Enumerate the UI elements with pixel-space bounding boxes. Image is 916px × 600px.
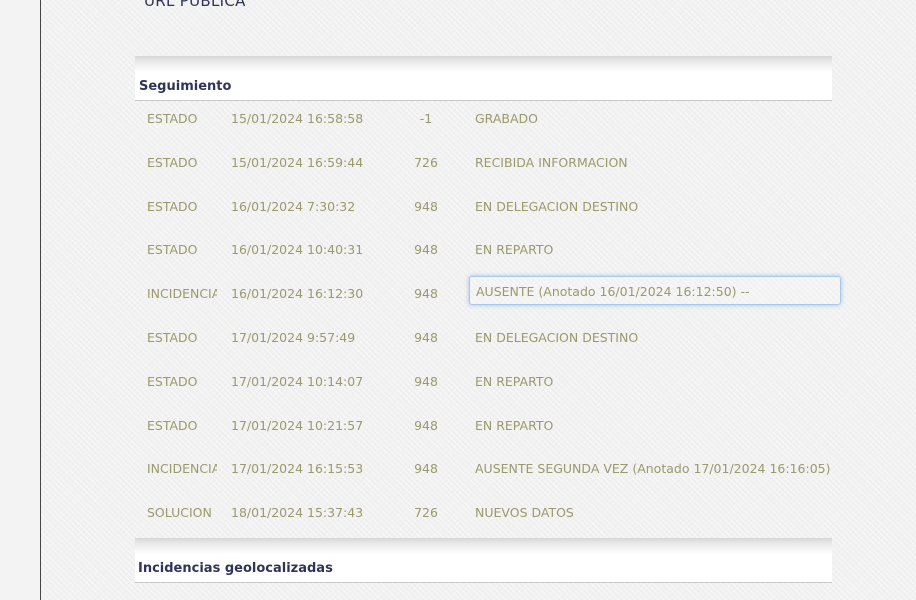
row-type: SOLUCION (147, 505, 212, 521)
row-type: ESTADO (147, 373, 198, 389)
row-description: EN REPARTO (475, 417, 554, 433)
row-description: RECIBIDA INFORMACION (475, 154, 628, 170)
row-code: -1 (419, 111, 433, 126)
url-publica-label: URL PUBLICA (144, 0, 246, 10)
row-date: 17/01/2024 16:15:53 (231, 461, 364, 477)
row-type: ESTADO (147, 111, 198, 126)
seguimiento-header: Seguimiento (135, 56, 832, 101)
row-type: INCIDENCIA (147, 461, 217, 477)
row-description: NUEVOS DATOS (475, 505, 574, 521)
row-type: INCIDENCIA (147, 286, 217, 302)
row-type: ESTADO (147, 198, 198, 214)
row-type: ESTADO (147, 417, 198, 433)
row-date: 17/01/2024 10:21:57 (231, 417, 364, 433)
geolocalizadas-title: Incidencias geolocalizadas (138, 561, 333, 576)
table-row: ESTADO 15/01/2024 16:59:44 726 RECIBIDA … (135, 145, 832, 189)
row-code: 726 (414, 154, 438, 170)
row-description: EN REPARTO (475, 242, 554, 258)
row-date: 16/01/2024 7:30:32 (231, 198, 356, 214)
seguimiento-table: ESTADO 15/01/2024 16:58:58 -1 GRABADO ES… (135, 101, 841, 539)
row-code: 948 (414, 198, 438, 214)
table-row: SOLUCION 18/01/2024 15:37:43 726 NUEVOS … (135, 495, 832, 539)
row-date: 15/01/2024 16:59:44 (231, 154, 364, 170)
row-type: ESTADO (147, 154, 198, 170)
row-description: EN DELEGACION DESTINO (475, 329, 639, 345)
row-description: AUSENTE SEGUNDA VEZ (Anotado 17/01/2024 … (475, 461, 832, 477)
row-date: 17/01/2024 10:14:07 (231, 373, 364, 389)
row-type: ESTADO (147, 242, 198, 258)
row-code: 726 (414, 505, 438, 521)
row-code: 948 (414, 286, 438, 302)
table-row: ESTADO 17/01/2024 10:14:07 948 EN REPART… (135, 364, 832, 408)
row-description: EN REPARTO (475, 373, 554, 389)
row-code: 948 (414, 461, 438, 477)
table-row: INCIDENCIA 16/01/2024 16:12:30 948 AUSEN… (135, 276, 841, 320)
row-description-focused[interactable]: AUSENTE (Anotado 16/01/2024 16:12:50) -- (469, 276, 841, 306)
table-row: ESTADO 17/01/2024 9:57:49 948 EN DELEGAC… (135, 320, 832, 364)
row-description: EN DELEGACION DESTINO (475, 198, 639, 214)
table-row: ESTADO 15/01/2024 16:58:58 -1 GRABADO (135, 101, 832, 145)
table-row: ESTADO 16/01/2024 7:30:32 948 EN DELEGAC… (135, 189, 832, 233)
row-date: 16/01/2024 10:40:31 (231, 242, 364, 258)
row-description: GRABADO (475, 111, 539, 126)
row-type: ESTADO (147, 329, 198, 345)
table-row: INCIDENCIA 17/01/2024 16:15:53 948 AUSEN… (135, 451, 832, 495)
row-code: 948 (414, 373, 438, 389)
row-date: 18/01/2024 15:37:43 (231, 505, 364, 521)
left-gutter (0, 0, 40, 600)
table-row: ESTADO 16/01/2024 10:40:31 948 EN REPART… (135, 232, 832, 276)
table-row: ESTADO 17/01/2024 10:21:57 948 EN REPART… (135, 408, 832, 452)
row-date: 17/01/2024 9:57:49 (231, 329, 356, 345)
row-code: 948 (414, 329, 438, 345)
geolocalizadas-header: Incidencias geolocalizadas (135, 538, 832, 583)
row-date: 15/01/2024 16:58:58 (231, 111, 364, 126)
row-code: 948 (414, 417, 438, 433)
page: URL PUBLICA Seguimiento ESTADO 15/01/202… (0, 0, 916, 600)
seguimiento-title: Seguimiento (139, 79, 232, 94)
row-date: 16/01/2024 16:12:30 (231, 286, 364, 302)
row-code: 948 (414, 242, 438, 258)
